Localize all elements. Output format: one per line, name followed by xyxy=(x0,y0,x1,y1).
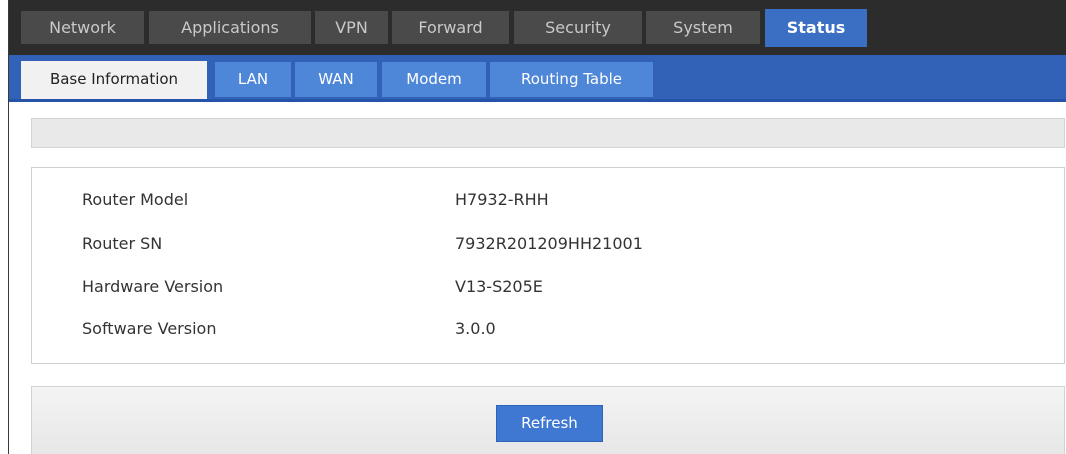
router-model-label: Router Model xyxy=(82,190,189,209)
section-header-bar xyxy=(31,118,1065,148)
info-row-hardware-version: Hardware Version V13-S205E xyxy=(32,267,1064,307)
software-version-value: 3.0.0 xyxy=(455,319,496,338)
info-row-router-model: Router Model H7932-RHH xyxy=(32,180,1064,220)
router-sn-value: 7932R201209HH21001 xyxy=(455,234,643,253)
router-model-value: H7932-RHH xyxy=(455,190,549,209)
main-nav: Network Applications VPN Forward Securit… xyxy=(9,0,1066,56)
info-row-router-sn: Router SN 7932R201209HH21001 xyxy=(32,224,1064,264)
action-bar: Refresh xyxy=(31,386,1065,454)
router-admin-window: Network Applications VPN Forward Securit… xyxy=(8,0,1066,454)
refresh-button[interactable]: Refresh xyxy=(496,405,603,442)
subtab-routing-table[interactable]: Routing Table xyxy=(490,62,653,97)
subtab-lan[interactable]: LAN xyxy=(215,62,291,97)
info-row-software-version: Software Version 3.0.0 xyxy=(32,309,1064,349)
tab-status[interactable]: Status xyxy=(765,9,867,47)
subtab-base-information[interactable]: Base Information xyxy=(21,61,207,99)
tab-forward[interactable]: Forward xyxy=(392,11,509,44)
hardware-version-value: V13-S205E xyxy=(455,277,543,296)
tab-system[interactable]: System xyxy=(646,11,760,44)
subtab-modem[interactable]: Modem xyxy=(382,62,486,97)
router-sn-label: Router SN xyxy=(82,234,163,253)
tab-security[interactable]: Security xyxy=(514,11,642,44)
hardware-version-label: Hardware Version xyxy=(82,277,224,296)
software-version-label: Software Version xyxy=(82,319,217,338)
base-info-panel: Router Model H7932-RHH Router SN 7932R20… xyxy=(31,167,1065,364)
tab-vpn[interactable]: VPN xyxy=(315,11,388,44)
subtab-wan[interactable]: WAN xyxy=(295,62,377,97)
tab-applications[interactable]: Applications xyxy=(149,11,311,44)
tab-network[interactable]: Network xyxy=(21,11,144,44)
sub-nav: Base Information LAN WAN Modem Routing T… xyxy=(9,55,1066,102)
